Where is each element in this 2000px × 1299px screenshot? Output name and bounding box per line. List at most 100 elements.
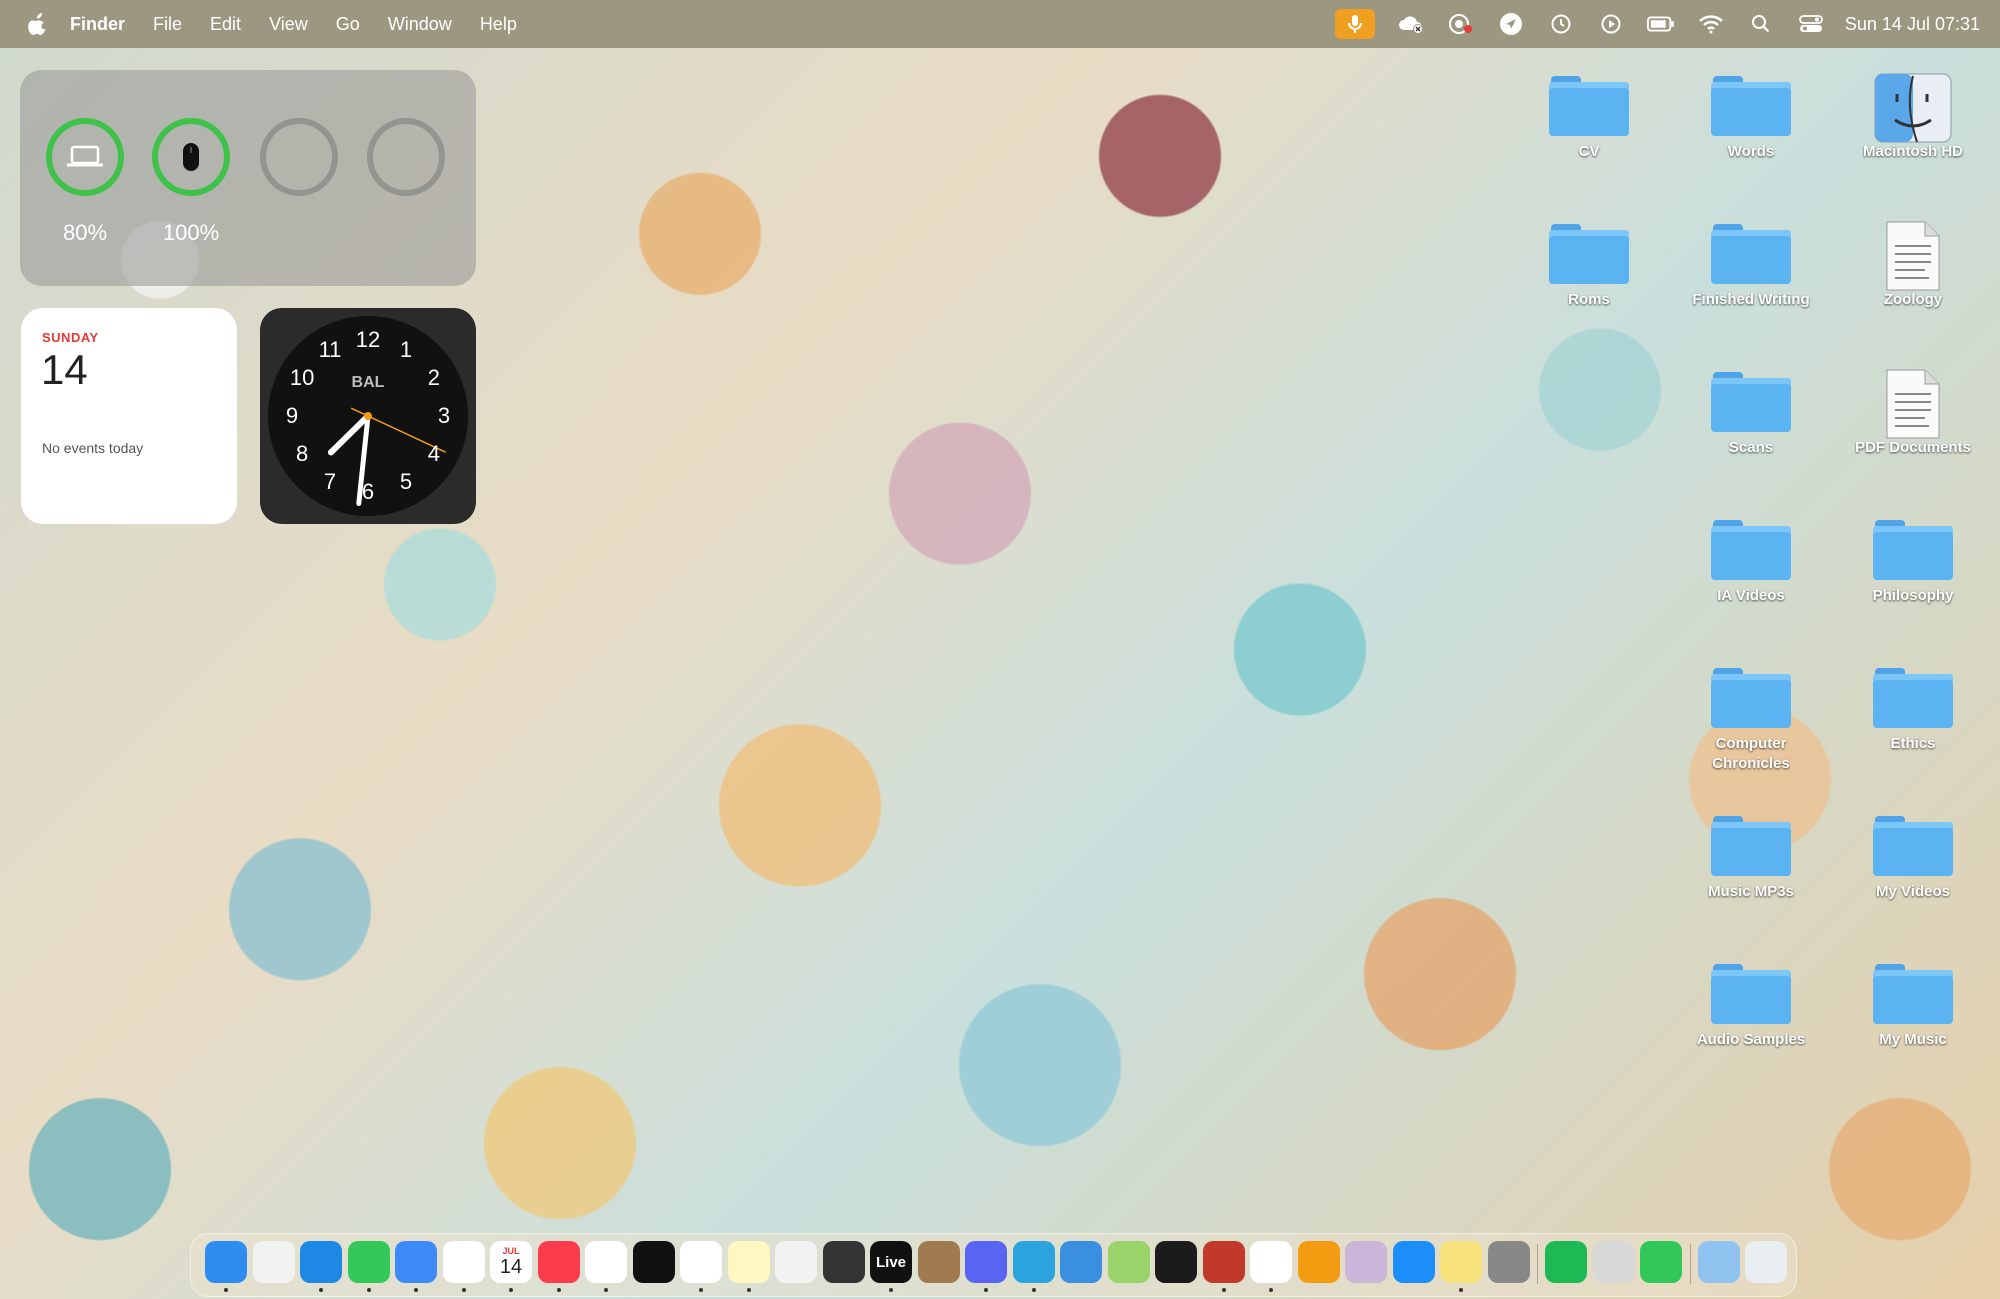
dock-notes-icon[interactable] xyxy=(727,1241,770,1283)
menu-help[interactable]: Help xyxy=(480,14,517,35)
mouse-battery-ring xyxy=(152,118,230,196)
dock-messages-icon[interactable] xyxy=(347,1241,390,1283)
search-icon[interactable] xyxy=(1747,10,1775,38)
desktop-item-ia-videos[interactable]: IA Videos xyxy=(1676,516,1826,606)
dock-app-glyph xyxy=(965,1241,1007,1283)
dock-stickies-icon[interactable] xyxy=(1440,1241,1482,1283)
battery-icon[interactable] xyxy=(1646,10,1675,38)
folder-icon xyxy=(1549,72,1629,136)
dock-chrome-icon[interactable] xyxy=(1250,1241,1292,1283)
desktop-item-ethics[interactable]: Ethics xyxy=(1838,664,1988,754)
folder-icon xyxy=(1873,516,1953,580)
dock-photo-booth-icon[interactable] xyxy=(1202,1241,1245,1283)
desktop-item-roms[interactable]: Roms xyxy=(1514,220,1664,310)
dock-app-glyph xyxy=(538,1241,580,1283)
desktop-item-scans[interactable]: Scans xyxy=(1676,368,1826,458)
dock-discord-icon[interactable] xyxy=(965,1241,1007,1283)
dock-app-glyph xyxy=(205,1241,247,1283)
dock-calendar-date: 14 xyxy=(499,1256,523,1278)
dock-photos-icon[interactable] xyxy=(442,1241,485,1283)
play-icon[interactable] xyxy=(1597,10,1625,38)
dock-trash-icon[interactable] xyxy=(1745,1241,1787,1283)
dock-app-glyph xyxy=(823,1241,865,1283)
menu-view[interactable]: View xyxy=(269,14,308,35)
clock-number: 4 xyxy=(427,441,440,466)
finder-drive-icon xyxy=(1873,72,1953,143)
running-indicator xyxy=(319,1288,323,1292)
menu-edit[interactable]: Edit xyxy=(210,14,241,35)
dock-facetime-icon[interactable] xyxy=(1640,1241,1682,1283)
dock-calendar-icon[interactable]: JUL 14 xyxy=(490,1241,532,1283)
menu-go[interactable]: Go xyxy=(336,14,360,35)
cloud-icon[interactable] xyxy=(1397,10,1425,38)
desktop-item-audio-samples[interactable]: Audio Samples xyxy=(1676,960,1826,1050)
control-center-icon[interactable] xyxy=(1797,10,1825,38)
calendar-widget[interactable]: SUNDAY 14 No events today xyxy=(21,308,237,524)
clock-number: 8 xyxy=(296,441,309,466)
apple-menu-icon[interactable] xyxy=(26,13,50,35)
wifi-icon[interactable] xyxy=(1697,10,1725,38)
dock-maps-icon[interactable] xyxy=(1107,1241,1150,1283)
menu-window[interactable]: Window xyxy=(388,14,452,35)
dock-clock-icon[interactable] xyxy=(680,1241,722,1283)
desktop-item-my-videos[interactable]: My Videos xyxy=(1838,812,1988,902)
desktop-item-label: Finished Writing xyxy=(1692,291,1810,308)
desktop-item-macintosh-hd[interactable]: Macintosh HD xyxy=(1838,72,1988,162)
dock-apple-tv-icon[interactable] xyxy=(632,1241,675,1283)
dock-app-glyph xyxy=(348,1241,390,1283)
menu-finder[interactable]: Finder xyxy=(70,14,125,35)
dock-spotify-icon[interactable] xyxy=(1545,1241,1587,1283)
clock-widget[interactable]: BAL 12 1 2 3 4 5 6 7 8 9 10 11 xyxy=(260,308,476,524)
dock-disk-utility-icon[interactable] xyxy=(822,1241,865,1283)
time-machine-icon[interactable] xyxy=(1547,10,1575,38)
mouse-battery-percent: 100% xyxy=(162,220,220,245)
clock-center-dot xyxy=(364,412,372,420)
clock-number: 9 xyxy=(285,403,299,428)
dock-app-glyph xyxy=(300,1241,342,1283)
dock-audio-app-icon[interactable] xyxy=(1155,1241,1197,1283)
desktop-item-label: Scans xyxy=(1728,439,1774,456)
location-arrow-icon[interactable] xyxy=(1497,10,1525,38)
dock-launchpad-icon[interactable] xyxy=(252,1241,295,1283)
dock-app-glyph xyxy=(1698,1241,1740,1283)
dock-weather-icon[interactable] xyxy=(1060,1241,1102,1283)
clock-number: 1 xyxy=(399,337,413,363)
calendar-events-text: No events today xyxy=(42,440,144,456)
dock-scrivener-icon[interactable] xyxy=(775,1241,817,1283)
dock-app-store-icon[interactable] xyxy=(1392,1241,1435,1283)
clock-number: 3 xyxy=(437,403,451,428)
status-area: Sun 14 Jul 07:31 xyxy=(1334,0,1980,48)
menubar-clock[interactable]: Sun 14 Jul 07:31 xyxy=(1845,14,1980,35)
running-indicator xyxy=(224,1288,228,1292)
dock-preview-2-icon[interactable] xyxy=(1592,1241,1635,1283)
dock-reminders-icon[interactable] xyxy=(585,1241,627,1283)
dock-mail-icon[interactable] xyxy=(395,1241,437,1283)
desktop-item-music-mp3s[interactable]: Music MP3s xyxy=(1676,812,1826,902)
dock-preview-icon[interactable] xyxy=(1345,1241,1387,1283)
dock-telegram-icon[interactable] xyxy=(1012,1241,1055,1283)
batteries-widget[interactable]: 80% 100% xyxy=(20,70,476,286)
dock-finder-icon[interactable] xyxy=(205,1241,247,1283)
desktop-item-label: CV xyxy=(1578,143,1600,160)
dock-downloads-icon[interactable] xyxy=(1697,1241,1740,1283)
microphone-icon[interactable] xyxy=(1334,9,1375,39)
desktop-item-cv[interactable]: CV xyxy=(1514,72,1664,162)
desktop-item-zoology[interactable]: Zoology xyxy=(1838,220,1988,310)
clock-number: 7 xyxy=(323,468,337,494)
dock-safari-icon[interactable] xyxy=(300,1241,342,1283)
desktop-item-words[interactable]: Words xyxy=(1676,72,1826,162)
dock-system-settings-icon[interactable] xyxy=(1487,1241,1530,1283)
dock-contacts-icon[interactable] xyxy=(917,1241,960,1283)
desktop-item-my-music[interactable]: My Music xyxy=(1838,960,1988,1050)
running-indicator xyxy=(366,1288,371,1292)
dock-music-icon[interactable] xyxy=(537,1241,580,1283)
dock-calendar-month: JUL xyxy=(502,1246,520,1256)
screen-recording-icon[interactable] xyxy=(1447,10,1475,38)
desktop-item-pdf-documents[interactable]: PDF Documents xyxy=(1838,368,1988,458)
menu-file[interactable]: File xyxy=(153,14,182,35)
desktop-item-computer-chronicles[interactable]: Computer Chronicles xyxy=(1676,664,1826,774)
desktop-item-finished-writing[interactable]: Finished Writing xyxy=(1676,220,1826,310)
dock-live-icon[interactable]: Live xyxy=(870,1241,912,1283)
desktop-item-philosophy[interactable]: Philosophy xyxy=(1838,516,1988,606)
dock-pages-icon[interactable] xyxy=(1297,1241,1340,1283)
